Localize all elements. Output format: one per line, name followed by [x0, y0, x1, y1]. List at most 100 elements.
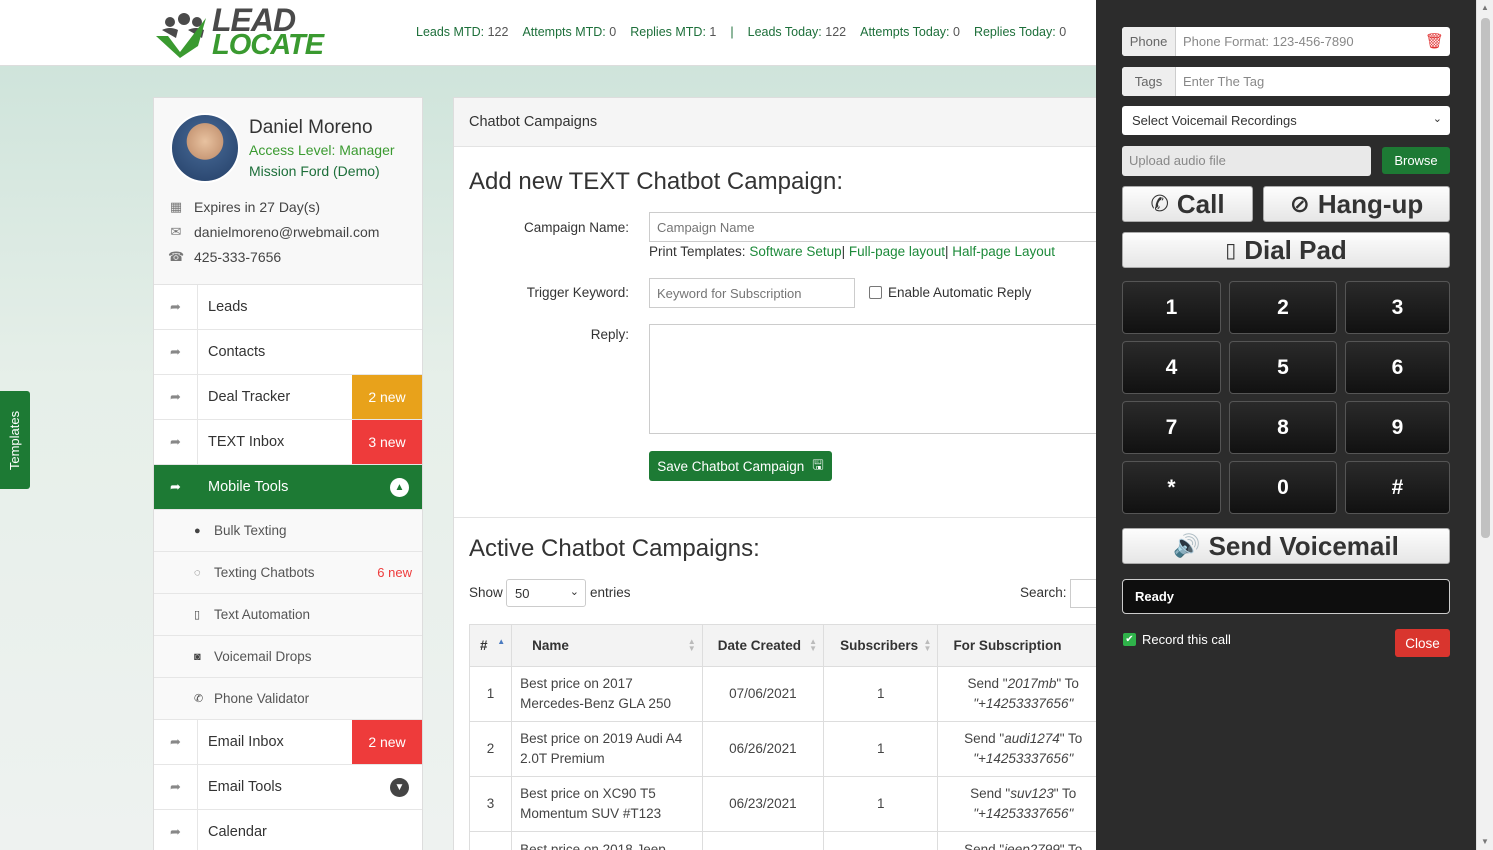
section-divider [454, 517, 1096, 518]
checkbox-box[interactable] [869, 286, 882, 299]
campaign-name-label: Campaign Name: [523, 220, 629, 235]
floppy-disk-icon: 🖫 [812, 456, 824, 472]
page-scrollbar[interactable]: ▲ ▼ [1476, 0, 1493, 850]
sidebar-item-email-inbox[interactable]: ➦ Email Inbox 2 new [154, 720, 422, 765]
sidebar-subitem-phone-validator[interactable]: ✆ Phone Validator [154, 678, 422, 720]
entries-label: entries [590, 585, 631, 600]
save-chatbot-campaign-button[interactable]: Save Chatbot Campaign 🖫 [649, 451, 832, 481]
table-header-row: # ▲ Name ▲ ▼ Date Created ▲ ▼ Subscribers ▲ ▼ F… [468, 624, 1096, 667]
texting-chatbots-badge: 6 new [377, 565, 412, 580]
scroll-thumb[interactable] [1481, 18, 1490, 538]
call-status: Ready [1122, 579, 1450, 614]
campaigns-table: # ▲ Name ▲ ▼ Date Created ▲ ▼ Subscribers ▲ ▼ F… [468, 624, 1096, 850]
sidebar-item-text-inbox[interactable]: ➦ TEXT Inbox 3 new [154, 420, 422, 465]
voicemail-recordings-select[interactable]: Select Voicemail Recordings ⌄ [1122, 106, 1450, 135]
sort-icon: ▲ ▼ [687, 637, 696, 653]
profile-email: ✉ danielmoreno@rwebmail.com [168, 224, 380, 240]
col-name-header[interactable]: Name ▲ ▼ [511, 624, 703, 667]
sidebar-subitem-bulk-texting[interactable]: ● Bulk Texting [154, 510, 422, 552]
dialpad-key-0[interactable]: 0 [1229, 461, 1337, 514]
browse-button[interactable]: Browse [1382, 147, 1450, 174]
header-stats: Leads MTD: 122 Attempts MTD: 0 Replies M… [416, 25, 1066, 39]
col-number-header[interactable]: # ▲ [468, 624, 513, 667]
sidebar-subitem-texting-chatbots[interactable]: ◌ Texting Chatbots 6 new [154, 552, 422, 594]
check-icon[interactable]: ✔ [1123, 633, 1136, 646]
tags-input[interactable]: Enter The Tag [1176, 74, 1264, 89]
hangup-button[interactable]: ⊘ Hang-up [1263, 186, 1450, 222]
templates-tab[interactable]: Templates [0, 391, 30, 489]
active-campaigns-title: Active Chatbot Campaigns: [469, 535, 760, 562]
dialpad-key-6[interactable]: 6 [1345, 341, 1450, 394]
phone-field[interactable]: Phone Phone Format: 123-456-7890 🗑 [1122, 27, 1450, 56]
tags-addon: Tags [1122, 67, 1176, 96]
scroll-up-arrow-icon[interactable]: ▲ [1481, 3, 1489, 12]
scroll-down-arrow-icon[interactable]: ▼ [1481, 837, 1489, 846]
profile-phone: ☎ 425-333-7656 [168, 249, 282, 265]
stat-attempts-mtd: Attempts MTD: 0 [522, 25, 617, 39]
upload-audio-input[interactable]: Upload audio file [1122, 146, 1371, 176]
close-button[interactable]: Close [1395, 629, 1450, 657]
col-subscribers-header[interactable]: Subscribers ▲ ▼ [823, 624, 939, 667]
print-template-half-page-link[interactable]: Half-page Layout [952, 244, 1055, 259]
chatbot-campaigns-panel: Chatbot Campaigns Add new TEXT Chatbot C… [453, 97, 1096, 850]
dialpad-key-star[interactable]: * [1122, 461, 1221, 514]
phone-input[interactable]: Phone Format: 123-456-7890 [1176, 34, 1354, 49]
phone-icon: ✆ [194, 693, 204, 705]
profile-dealer: Mission Ford (Demo) [249, 163, 380, 179]
dialpad-key-1[interactable]: 1 [1122, 281, 1221, 334]
sidebar-subitem-voicemail-drops[interactable]: ◙ Voicemail Drops [154, 636, 422, 678]
stat-replies-today: Replies Today: 0 [973, 25, 1067, 39]
print-template-full-page-link[interactable]: Full-page layout [849, 244, 945, 259]
show-label: Show [469, 585, 503, 600]
chevron-down-icon[interactable]: ▼ [390, 778, 409, 797]
dialpad-key-3[interactable]: 3 [1345, 281, 1450, 334]
reply-label: Reply: [590, 327, 629, 342]
sign-in-icon: ➦ [154, 465, 198, 509]
sidebar-item-calendar[interactable]: ➦ Calendar [154, 810, 422, 850]
trigger-keyword-input[interactable] [649, 278, 855, 308]
phone-dialer-panel: Phone Phone Format: 123-456-7890 🗑 Tags … [1096, 0, 1476, 850]
dialpad-key-hash[interactable]: # [1345, 461, 1450, 514]
add-campaign-title: Add new TEXT Chatbot Campaign: [469, 168, 843, 195]
entries-select[interactable]: 50 ⌄ [506, 579, 586, 607]
logo-text-locate: LOCATE [212, 29, 324, 61]
envelope-icon: ✉ [170, 224, 182, 239]
enable-auto-reply-checkbox[interactable]: Enable Automatic Reply [869, 285, 1031, 300]
col-date-header[interactable]: Date Created ▲ ▼ [701, 624, 825, 667]
comment-icon: ● [194, 524, 201, 537]
call-button[interactable]: ✆ Call [1122, 186, 1253, 222]
sidebar-item-email-tools[interactable]: ➦ Email Tools ▼ [154, 765, 422, 810]
profile-name: Daniel Moreno [249, 117, 373, 138]
voicemail-icon: ◙ [194, 650, 201, 663]
send-voicemail-button[interactable]: 🔊 Send Voicemail [1122, 528, 1450, 564]
dialpad-key-4[interactable]: 4 [1122, 341, 1221, 394]
sidebar-item-deal-tracker[interactable]: ➦ Deal Tracker 2 new [154, 375, 422, 420]
record-call-checkbox[interactable]: ✔ Record this call [1123, 632, 1231, 647]
sidebar-item-mobile-tools[interactable]: ➦ Mobile Tools ▲ [154, 465, 422, 510]
print-template-software-setup-link[interactable]: Software Setup [749, 244, 841, 259]
sidebar-item-leads[interactable]: ➦ Leads [154, 285, 422, 330]
dial-pad-button[interactable]: ▯ Dial Pad [1122, 232, 1450, 268]
tags-field[interactable]: Tags Enter The Tag [1122, 67, 1450, 96]
col-subscription-header[interactable]: For Subscription [937, 624, 1096, 667]
reply-textarea[interactable] [649, 324, 1096, 434]
dialpad-key-8[interactable]: 8 [1229, 401, 1337, 454]
sidebar-subitem-text-automation[interactable]: ▯ Text Automation [154, 594, 422, 636]
dialpad-key-9[interactable]: 9 [1345, 401, 1450, 454]
dialpad-key-7[interactable]: 7 [1122, 401, 1221, 454]
dialpad-key-5[interactable]: 5 [1229, 341, 1337, 394]
chevron-up-icon[interactable]: ▲ [390, 478, 409, 497]
avatar [170, 113, 240, 183]
sign-in-icon: ➦ [154, 765, 198, 809]
calendar-icon: ▦ [169, 199, 183, 214]
dialpad-key-2[interactable]: 2 [1229, 281, 1337, 334]
trash-icon[interactable]: 🗑 [1425, 32, 1444, 50]
sidebar: Daniel Moreno Access Level: Manager Miss… [153, 97, 423, 850]
profile-access-level: Access Level: Manager [249, 142, 395, 158]
sidebar-item-contacts[interactable]: ➦ Contacts [154, 330, 422, 375]
lead-locate-logo[interactable]: LEAD LOCATE [152, 4, 324, 61]
table-row: 2 Best price on 2019 Audi A4 2.0T Premiu… [468, 721, 1096, 777]
deal-tracker-badge: 2 new [352, 375, 422, 419]
table-search-input[interactable] [1070, 579, 1096, 608]
campaign-name-input[interactable] [649, 212, 1096, 242]
